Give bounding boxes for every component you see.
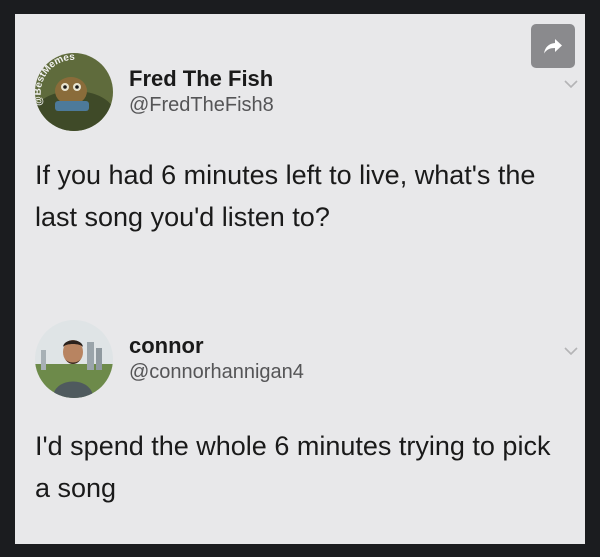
avatar-fred-image: @BestMemes [35,53,113,131]
screenshot-frame: @BestMemes Fred The Fish @FredTheFish8 I… [0,0,600,557]
display-name[interactable]: connor [129,333,304,359]
chevron-down-icon[interactable] [563,343,579,359]
author-names: Fred The Fish @FredTheFish8 [129,66,274,118]
user-handle[interactable]: @connorhannigan4 [129,359,304,385]
chevron-down-icon[interactable] [563,76,579,92]
user-handle[interactable]: @FredTheFish8 [129,92,274,118]
author-names: connor @connorhannigan4 [129,333,304,385]
tweet-connor: connor @connorhannigan4 I'd spend the wh… [35,319,578,509]
tweet-header: connor @connorhannigan4 [35,319,565,399]
tweet-header: @BestMemes Fred The Fish @FredTheFish8 [35,52,565,132]
tweet-fred: @BestMemes Fred The Fish @FredTheFish8 I… [35,52,578,238]
tweet-card: @BestMemes Fred The Fish @FredTheFish8 I… [15,14,585,544]
tweet-text: I'd spend the whole 6 minutes trying to … [35,431,551,503]
avatar-connor-image [35,320,113,398]
display-name[interactable]: Fred The Fish [129,66,274,92]
tweet-text: If you had 6 minutes left to live, what'… [35,160,536,232]
avatar-connor[interactable] [35,320,113,398]
avatar-fred[interactable]: @BestMemes [35,53,113,131]
